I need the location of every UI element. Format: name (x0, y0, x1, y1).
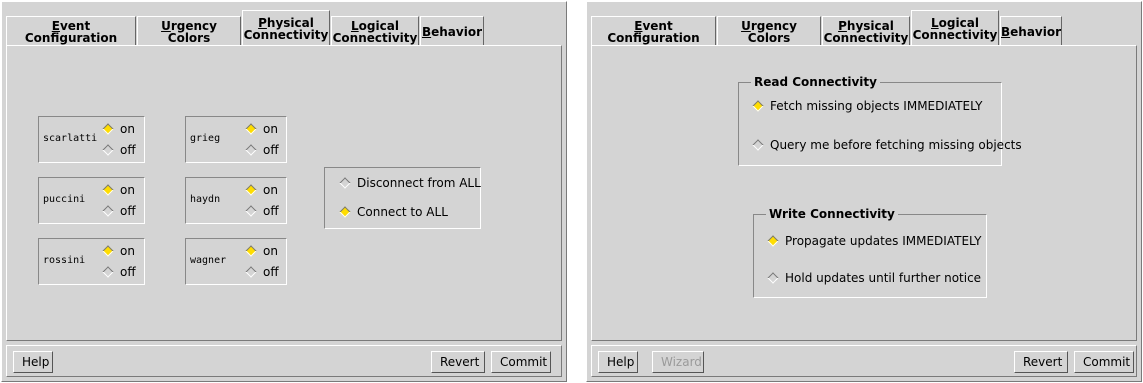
help-button[interactable]: Help (598, 351, 638, 373)
host-name: grieg (190, 133, 221, 144)
commit-button[interactable]: Commit (1074, 351, 1134, 373)
radio-unselected-icon (767, 272, 779, 284)
wizard-button: Wizard (652, 351, 704, 373)
left-panel: Event Configuration Urgency Colors Physi… (1, 1, 567, 382)
host-name: puccini (43, 194, 86, 205)
host-box-puccini: puccini on off (38, 177, 145, 224)
radio-selected-icon (102, 123, 114, 135)
tab-behavior[interactable]: Behavior (420, 16, 484, 46)
radio-unselected-icon (245, 266, 257, 278)
radio-unselected-icon (102, 205, 114, 217)
tab-label: Physical Connectivity (823, 18, 909, 45)
help-button[interactable]: Help (13, 351, 53, 373)
radio-unselected-icon (102, 144, 114, 156)
tab-label: Urgency Colors (161, 18, 217, 45)
write-connectivity-group: Write Connectivity Propagate updates IMM… (753, 207, 987, 298)
host-on-radio[interactable]: on (244, 244, 278, 258)
host-on-radio[interactable]: on (101, 183, 135, 197)
host-on-radio[interactable]: on (101, 122, 135, 136)
radio-unselected-icon (752, 139, 764, 151)
radio-selected-icon (245, 184, 257, 196)
host-box-haydn: haydn on off (185, 177, 287, 224)
read-connectivity-group: Read Connectivity Fetch missing objects … (738, 75, 1022, 166)
host-box-rossini: rossini on off (38, 238, 145, 285)
tab-event-configuration[interactable]: Event Configuration (6, 16, 136, 46)
radio-selected-icon (102, 245, 114, 257)
host-off-radio[interactable]: off (101, 265, 136, 279)
left-footer: Help Revert Commit (6, 345, 562, 377)
right-panel: Event Configuration Urgency Colors Physi… (586, 1, 1142, 382)
host-off-radio[interactable]: off (101, 143, 136, 157)
host-box-scarlatti: scarlatti on off (38, 116, 145, 163)
host-name: rossini (43, 255, 86, 266)
host-name: scarlatti (43, 133, 98, 144)
connect-all-box: Disconnect from ALL Connect to ALL (324, 167, 481, 229)
radio-selected-icon (245, 123, 257, 135)
tab-logical-connectivity[interactable]: Logical Connectivity (331, 16, 419, 46)
tab-label: Behavior (1000, 24, 1062, 39)
host-off-radio[interactable]: off (244, 204, 279, 218)
radio-selected-icon (752, 100, 764, 112)
radio-selected-icon (339, 206, 351, 218)
radio-selected-icon (245, 245, 257, 257)
host-name: wagner (190, 255, 227, 266)
host-off-radio[interactable]: off (244, 265, 279, 279)
revert-button[interactable]: Revert (431, 351, 485, 373)
host-on-radio[interactable]: on (244, 122, 278, 136)
connect-all-radio[interactable]: Connect to ALL (338, 205, 448, 219)
host-off-radio[interactable]: off (101, 204, 136, 218)
tab-label: Behavior (421, 24, 483, 39)
radio-unselected-icon (102, 266, 114, 278)
commit-button[interactable]: Commit (491, 351, 551, 373)
tab-urgency-colors[interactable]: Urgency Colors (717, 16, 821, 46)
host-on-radio[interactable]: on (244, 183, 278, 197)
tab-event-configuration[interactable]: Event Configuration (591, 16, 716, 46)
read-connectivity-title: Read Connectivity (751, 75, 880, 89)
radio-unselected-icon (245, 144, 257, 156)
query-before-fetch-radio[interactable]: Query me before fetching missing objects (751, 138, 1022, 152)
radio-unselected-icon (245, 205, 257, 217)
host-box-wagner: wagner on off (185, 238, 287, 285)
hold-updates-radio[interactable]: Hold updates until further notice (766, 271, 981, 285)
write-connectivity-title: Write Connectivity (766, 207, 898, 221)
radio-selected-icon (102, 184, 114, 196)
host-on-radio[interactable]: on (101, 244, 135, 258)
tab-physical-connectivity[interactable]: Physical Connectivity (242, 10, 330, 46)
host-box-grieg: grieg on off (185, 116, 287, 163)
tab-physical-connectivity[interactable]: Physical Connectivity (822, 16, 910, 46)
host-off-radio[interactable]: off (244, 143, 279, 157)
tab-label: Physical Connectivity (243, 15, 329, 42)
tab-urgency-colors[interactable]: Urgency Colors (137, 16, 241, 46)
tab-logical-connectivity[interactable]: Logical Connectivity (911, 10, 999, 46)
tab-label: Logical Connectivity (912, 15, 998, 42)
fetch-immediately-radio[interactable]: Fetch missing objects IMMEDIATELY (751, 99, 983, 113)
right-footer: Help Wizard Revert Commit (591, 345, 1137, 377)
tab-label: Logical Connectivity (332, 18, 418, 45)
host-name: haydn (190, 194, 221, 205)
radio-unselected-icon (339, 177, 351, 189)
logical-connectivity-content: Read Connectivity Fetch missing objects … (591, 45, 1137, 341)
propagate-immediately-radio[interactable]: Propagate updates IMMEDIATELY (766, 234, 981, 248)
tab-label: Urgency Colors (741, 18, 797, 45)
physical-connectivity-content: scarlatti on off grieg on off puccini on… (6, 45, 562, 341)
radio-selected-icon (767, 235, 779, 247)
revert-button[interactable]: Revert (1014, 351, 1068, 373)
tab-label: Event Configuration (24, 18, 118, 45)
disconnect-all-radio[interactable]: Disconnect from ALL (338, 176, 481, 190)
tab-behavior[interactable]: Behavior (1000, 16, 1062, 46)
tab-label: Event Configuration (607, 18, 700, 45)
